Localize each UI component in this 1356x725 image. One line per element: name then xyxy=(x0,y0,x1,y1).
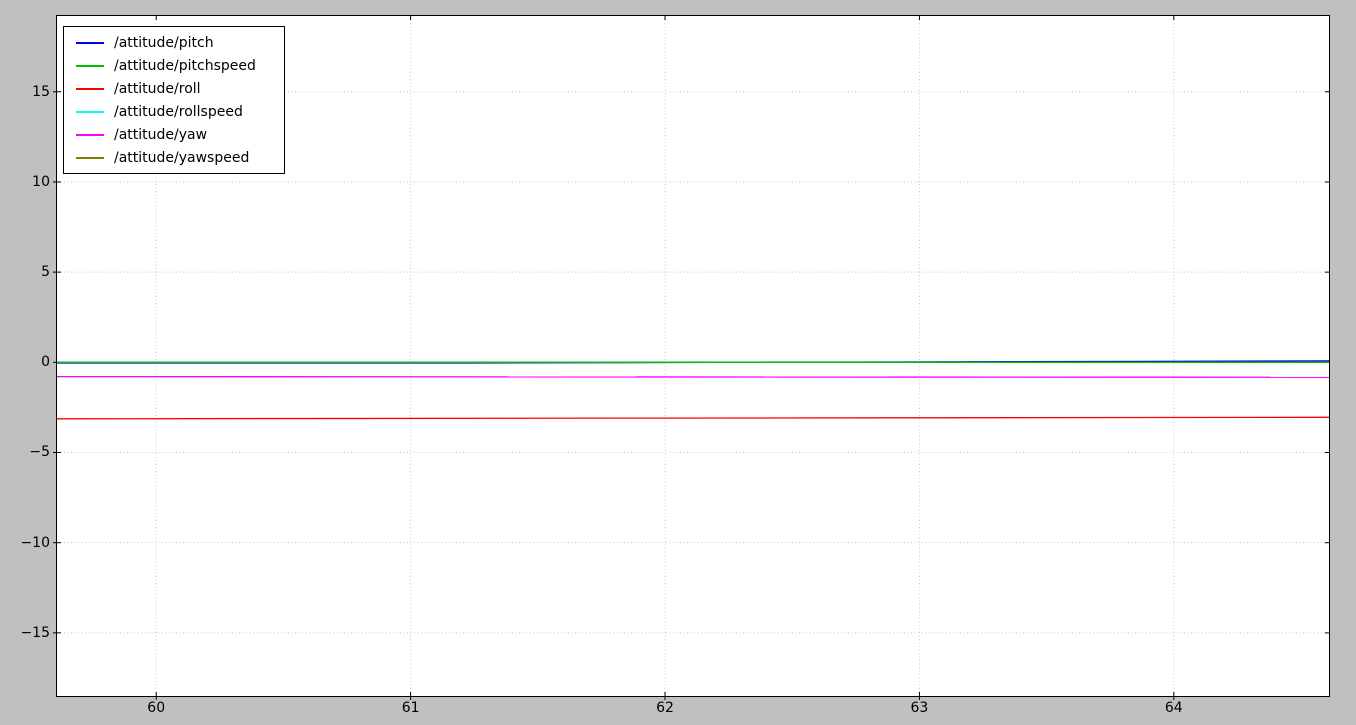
legend-item: /attitude/yawspeed xyxy=(64,146,284,169)
x-tick-label: 62 xyxy=(656,700,674,716)
legend-label: /attitude/rollspeed xyxy=(114,103,243,120)
legend-label: /attitude/pitchspeed xyxy=(114,57,256,74)
legend-item: /attitude/pitchspeed xyxy=(64,54,284,77)
legend: /attitude/pitch/attitude/pitchspeed/atti… xyxy=(63,26,285,174)
figure: 15 10 5 0 −5 −10 −15 60 61 62 63 64 /attitude/pitc… xyxy=(0,0,1356,725)
legend-item: /attitude/rollspeed xyxy=(64,100,284,123)
legend-label: /attitude/yawspeed xyxy=(114,149,250,166)
x-tick-label: 63 xyxy=(910,700,929,716)
x-tick-label: 60 xyxy=(147,700,166,716)
legend-item: /attitude/roll xyxy=(64,77,284,100)
legend-label: /attitude/pitch xyxy=(114,34,214,51)
legend-item: /attitude/yaw xyxy=(64,123,284,146)
legend-line-swatch xyxy=(76,64,104,67)
x-tick-label: 61 xyxy=(401,700,420,716)
y-tick-label: −15 xyxy=(20,624,50,641)
legend-line-swatch xyxy=(76,110,104,113)
x-tick-label: 64 xyxy=(1164,700,1183,716)
legend-item: /attitude/pitch xyxy=(64,31,284,54)
legend-line-swatch xyxy=(76,156,104,159)
y-tick-label: 10 xyxy=(32,173,50,190)
legend-line-swatch xyxy=(76,41,104,44)
legend-line-swatch xyxy=(76,133,104,136)
legend-line-swatch xyxy=(76,87,104,90)
y-tick-label: 15 xyxy=(32,83,50,100)
series-line--attitude-roll xyxy=(56,416,1330,420)
y-tick-label: 0 xyxy=(41,354,50,371)
legend-label: /attitude/roll xyxy=(114,80,201,97)
legend-label: /attitude/yaw xyxy=(114,126,208,143)
y-tick-label: −5 xyxy=(29,444,50,461)
series-line--attitude-yaw xyxy=(56,375,1330,378)
y-tick-label: 5 xyxy=(41,264,50,281)
y-tick-label: −10 xyxy=(20,534,50,551)
